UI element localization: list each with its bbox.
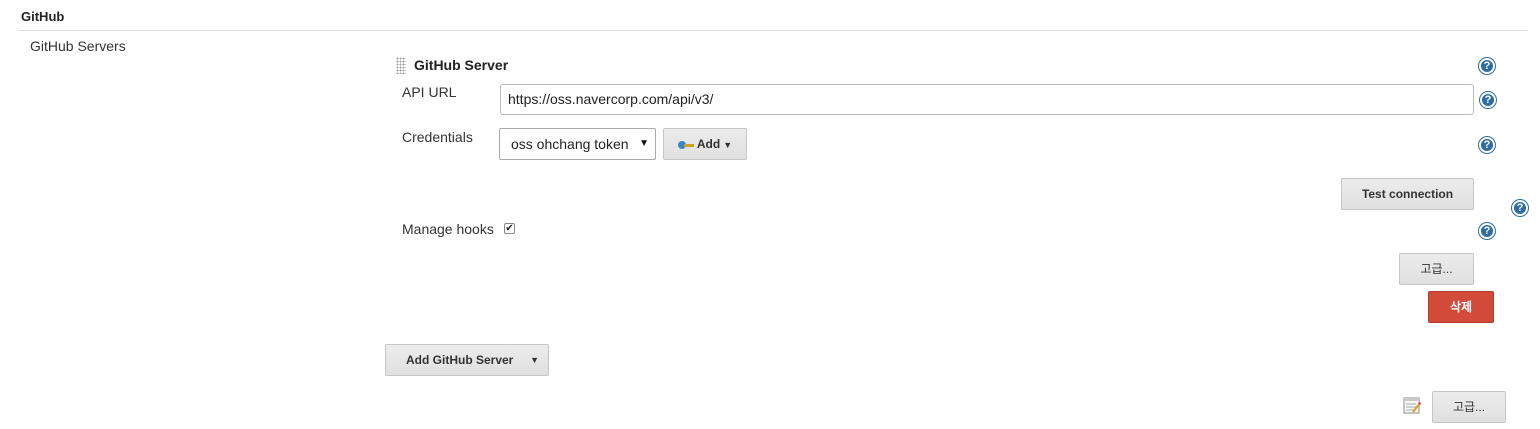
credentials-label: Credentials [402,129,473,145]
credentials-select[interactable]: oss ohchang token ▼ [499,128,656,160]
delete-server-button[interactable]: 삭제 [1428,291,1494,323]
add-credentials-button[interactable]: Add ▼ [663,128,747,160]
manage-hooks-label: Manage hooks [402,221,494,237]
server-heading: GitHub Server [414,57,509,73]
credentials-selected-value: oss ohchang token [511,136,629,152]
chevron-down-icon: ▼ [530,355,539,365]
api-url-input[interactable]: https://oss.navercorp.com/api/v3/ [500,84,1474,115]
help-icon[interactable]: ? [1479,58,1495,74]
add-credentials-label: Add [696,137,721,151]
manage-hooks-checkbox[interactable]: ✔ [504,223,515,234]
help-icon[interactable]: ? [1480,92,1496,108]
section-divider [18,30,1528,31]
github-servers-label: GitHub Servers [30,38,126,54]
add-github-server-button[interactable]: Add GitHub Server ▼ [385,344,549,376]
api-url-label: API URL [402,84,457,100]
help-icon[interactable]: ? [1512,200,1528,216]
section-title: GitHub [21,9,65,24]
server-advanced-button[interactable]: 고급... [1399,253,1474,285]
advanced-button[interactable]: 고급... [1432,391,1506,423]
test-connection-button[interactable]: Test connection [1341,178,1474,210]
chevron-down-icon: ▼ [639,138,649,149]
help-icon[interactable]: ? [1479,223,1495,239]
drag-handle-icon[interactable] [396,57,406,74]
notepad-icon [1403,397,1422,414]
help-icon[interactable]: ? [1479,137,1495,153]
key-icon [677,140,694,150]
chevron-down-icon: ▼ [723,140,733,150]
add-github-server-label: Add GitHub Server [406,353,514,367]
